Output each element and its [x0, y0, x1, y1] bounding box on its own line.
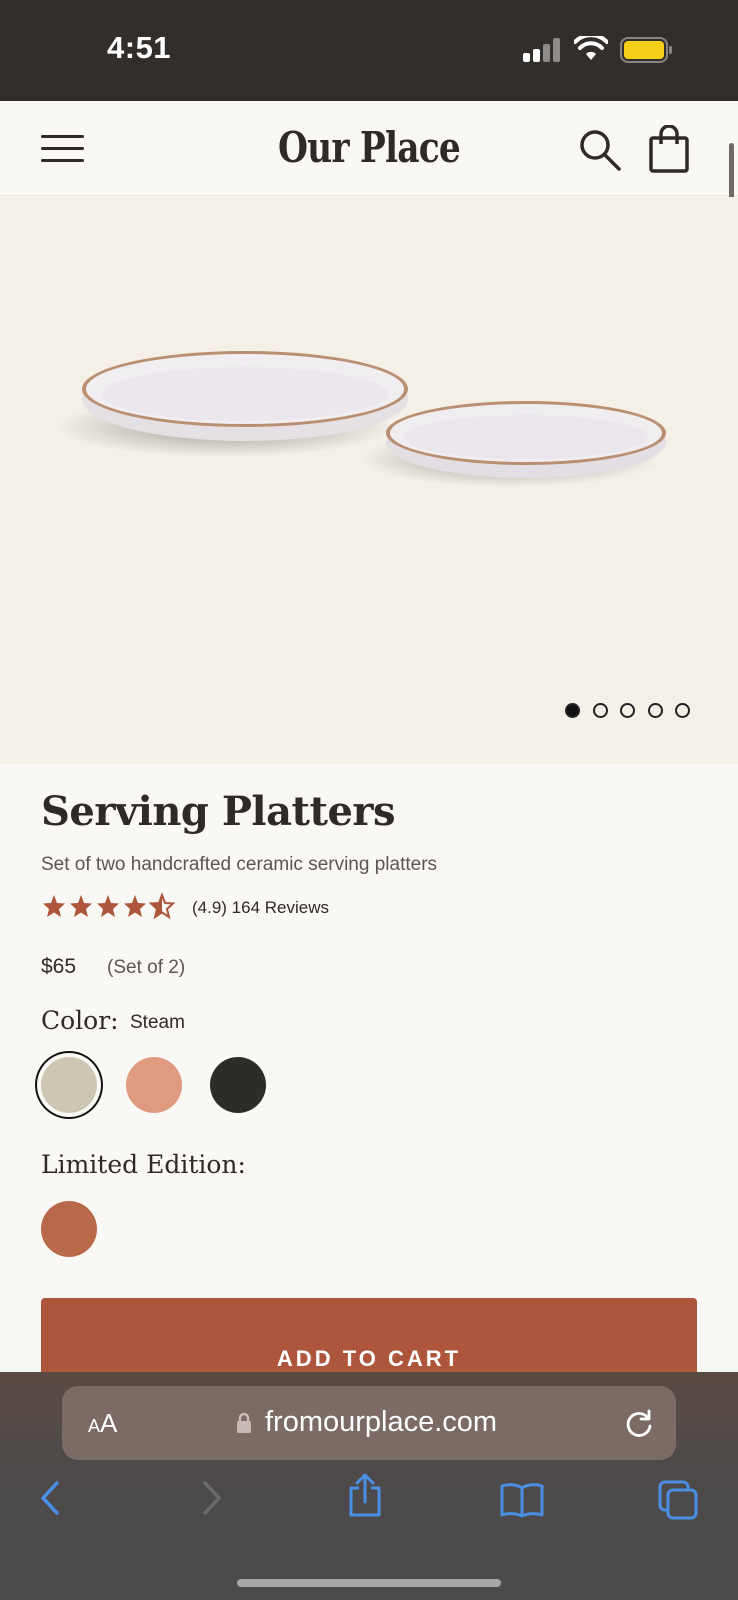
site-header: Our Place	[0, 101, 738, 196]
color-swatch-char[interactable]	[210, 1057, 266, 1113]
url-text[interactable]: fromourplace.com	[265, 1406, 497, 1439]
color-label: Color:	[41, 1006, 119, 1035]
star-icon	[97, 895, 119, 917]
status-bar: 4:51	[0, 0, 738, 101]
product-subtitle: Set of two handcrafted ceramic serving p…	[41, 854, 438, 875]
serving-platters-image	[55, 351, 666, 487]
carousel-dot[interactable]	[648, 703, 663, 718]
product-title: Serving Platters	[41, 788, 396, 835]
carousel-dot[interactable]	[565, 703, 580, 718]
share-icon[interactable]	[347, 1472, 383, 1518]
search-icon[interactable]	[578, 128, 622, 172]
rating-reviews-link[interactable]: (4.9) 164 Reviews	[192, 898, 329, 918]
carousel-pagination	[565, 703, 695, 719]
product-image-carousel[interactable]	[0, 197, 738, 764]
shopping-bag-icon[interactable]	[648, 125, 690, 173]
status-time: 4:51	[107, 30, 172, 65]
wifi-icon	[574, 36, 608, 60]
reload-icon[interactable]	[624, 1408, 654, 1438]
browser-bottom-bar: AA fromourplace.com	[0, 1372, 738, 1600]
carousel-dot[interactable]	[675, 703, 690, 718]
bookmarks-icon[interactable]	[500, 1482, 544, 1518]
text-size-button[interactable]: AA	[88, 1408, 117, 1439]
star-icon	[124, 895, 146, 917]
color-swatch-steam[interactable]	[41, 1057, 97, 1113]
color-swatch-spice[interactable]	[126, 1057, 182, 1113]
home-indicator[interactable]	[237, 1579, 501, 1587]
limited-edition-label: Limited Edition:	[41, 1150, 246, 1179]
address-bar[interactable]: AA fromourplace.com	[62, 1386, 676, 1460]
tabs-icon[interactable]	[658, 1480, 698, 1520]
cellular-signal-icon	[523, 38, 561, 62]
battery-icon	[620, 37, 672, 63]
carousel-dot[interactable]	[593, 703, 608, 718]
star-icon	[43, 895, 65, 917]
forward-icon[interactable]	[200, 1480, 224, 1516]
star-icon	[70, 895, 92, 917]
half-star-icon	[150, 894, 174, 918]
price-note: (Set of 2)	[107, 957, 186, 978]
carousel-dot[interactable]	[620, 703, 635, 718]
back-icon[interactable]	[38, 1480, 62, 1516]
lock-icon	[237, 1412, 251, 1433]
selected-color-name: Steam	[130, 1012, 185, 1033]
product-price: $65	[41, 955, 77, 978]
star-rating[interactable]	[42, 892, 182, 920]
color-swatch-limited[interactable]	[41, 1201, 97, 1257]
